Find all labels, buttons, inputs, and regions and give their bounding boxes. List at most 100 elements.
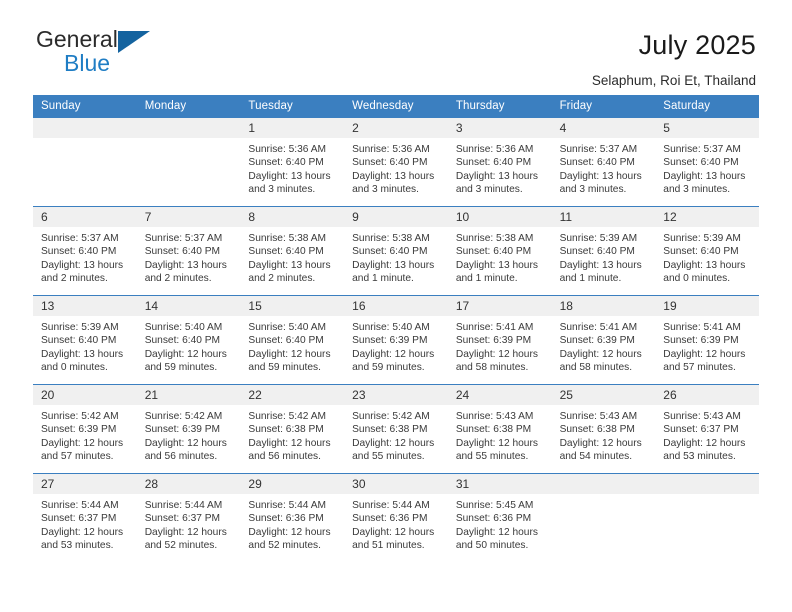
day-cell-22[interactable]: 22 Sunrise: 5:42 AM Sunset: 6:38 PM Dayli… <box>240 385 345 473</box>
day-sun-details: Sunrise: 5:39 AM Sunset: 6:40 PM Dayligh… <box>663 233 746 285</box>
day-cell-21[interactable]: 21 Sunrise: 5:42 AM Sunset: 6:39 PM Dayli… <box>136 385 241 473</box>
day-cell-24[interactable]: 24 Sunrise: 5:43 AM Sunset: 6:38 PM Dayli… <box>447 385 552 473</box>
day-sun-details: Sunrise: 5:40 AM Sunset: 6:40 PM Dayligh… <box>248 322 331 374</box>
day-cell-27[interactable]: 27 Sunrise: 5:44 AM Sunset: 6:37 PM Dayli… <box>33 474 137 562</box>
weekday-header-friday: Friday <box>559 100 593 112</box>
calendar-weeks: 1 Sunrise: 5:36 AM Sunset: 6:40 PM Daylig… <box>33 118 759 562</box>
day-cell-7[interactable]: 7 Sunrise: 5:37 AM Sunset: 6:40 PM Daylig… <box>136 207 241 295</box>
day-number: 28 <box>136 474 241 494</box>
day-number: 14 <box>136 296 241 316</box>
day-number <box>33 118 137 138</box>
day-cell-14[interactable]: 14 Sunrise: 5:40 AM Sunset: 6:40 PM Dayli… <box>136 296 241 384</box>
day-sun-details: Sunrise: 5:38 AM Sunset: 6:40 PM Dayligh… <box>248 233 331 285</box>
day-sun-details: Sunrise: 5:44 AM Sunset: 6:37 PM Dayligh… <box>41 500 124 552</box>
week-row: 6 Sunrise: 5:37 AM Sunset: 6:40 PM Daylig… <box>33 206 759 295</box>
day-cell-9[interactable]: 9 Sunrise: 5:38 AM Sunset: 6:40 PM Daylig… <box>344 207 448 295</box>
day-sun-details: Sunrise: 5:44 AM Sunset: 6:36 PM Dayligh… <box>352 500 435 552</box>
day-cell-26[interactable]: 26 Sunrise: 5:43 AM Sunset: 6:37 PM Dayli… <box>655 385 759 473</box>
day-sun-details <box>33 138 137 149</box>
day-sun-details: Sunrise: 5:37 AM Sunset: 6:40 PM Dayligh… <box>559 144 642 196</box>
logo-text-blue: Blue <box>64 50 111 76</box>
calendar-grid: Sunday Monday Tuesday Wednesday Thursday Frid… <box>33 95 759 562</box>
day-sun-details: Sunrise: 5:43 AM Sunset: 6:38 PM Dayligh… <box>455 411 538 463</box>
day-number: 2 <box>344 118 448 138</box>
day-number: 25 <box>551 385 656 405</box>
day-cell-2[interactable]: 2 Sunrise: 5:36 AM Sunset: 6:40 PM Daylig… <box>344 118 448 206</box>
day-cell-20[interactable]: 20 Sunrise: 5:42 AM Sunset: 6:39 PM Dayli… <box>33 385 137 473</box>
day-number: 7 <box>136 207 241 227</box>
day-sun-details: Sunrise: 5:36 AM Sunset: 6:40 PM Dayligh… <box>248 144 331 196</box>
page-header: General Blue July 2025 Selaphum, Roi Et,… <box>0 0 792 89</box>
week-row: 1 Sunrise: 5:36 AM Sunset: 6:40 PM Daylig… <box>33 118 759 206</box>
day-number: 10 <box>447 207 552 227</box>
day-cell-11[interactable]: 11 Sunrise: 5:39 AM Sunset: 6:40 PM Dayli… <box>551 207 656 295</box>
day-number: 3 <box>447 118 552 138</box>
day-cell-13[interactable]: 13 Sunrise: 5:39 AM Sunset: 6:40 PM Dayli… <box>33 296 137 384</box>
day-cell-17[interactable]: 17 Sunrise: 5:41 AM Sunset: 6:39 PM Dayli… <box>447 296 552 384</box>
day-number: 31 <box>447 474 552 494</box>
day-number <box>136 118 241 138</box>
day-number: 5 <box>655 118 759 138</box>
logo-triangle-icon <box>118 31 150 53</box>
day-cell-1[interactable]: 1 Sunrise: 5:36 AM Sunset: 6:40 PM Daylig… <box>240 118 345 206</box>
day-number: 29 <box>240 474 345 494</box>
day-cell-30[interactable]: 30 Sunrise: 5:44 AM Sunset: 6:36 PM Dayli… <box>344 474 448 562</box>
weekday-header-row: Sunday Monday Tuesday Wednesday Thursday Frid… <box>33 95 759 118</box>
day-number: 12 <box>655 207 759 227</box>
day-sun-details: Sunrise: 5:39 AM Sunset: 6:40 PM Dayligh… <box>559 233 642 285</box>
day-number: 6 <box>33 207 137 227</box>
day-cell-empty <box>136 118 241 206</box>
day-cell-28[interactable]: 28 Sunrise: 5:44 AM Sunset: 6:37 PM Dayli… <box>136 474 241 562</box>
day-cell-6[interactable]: 6 Sunrise: 5:37 AM Sunset: 6:40 PM Daylig… <box>33 207 137 295</box>
day-sun-details: Sunrise: 5:43 AM Sunset: 6:38 PM Dayligh… <box>559 411 642 463</box>
day-sun-details: Sunrise: 5:43 AM Sunset: 6:37 PM Dayligh… <box>663 411 746 463</box>
weekday-header-thursday: Thursday <box>455 100 505 112</box>
day-number: 17 <box>447 296 552 316</box>
weekday-header-saturday: Saturday <box>663 100 711 112</box>
day-cell-31[interactable]: 31 Sunrise: 5:45 AM Sunset: 6:36 PM Dayli… <box>447 474 552 562</box>
day-cell-18[interactable]: 18 Sunrise: 5:41 AM Sunset: 6:39 PM Dayli… <box>551 296 656 384</box>
day-sun-details: Sunrise: 5:41 AM Sunset: 6:39 PM Dayligh… <box>455 322 538 374</box>
title-block: July 2025 Selaphum, Roi Et, Thailand <box>592 28 756 88</box>
day-cell-25[interactable]: 25 Sunrise: 5:43 AM Sunset: 6:38 PM Dayli… <box>551 385 656 473</box>
day-cell-4[interactable]: 4 Sunrise: 5:37 AM Sunset: 6:40 PM Daylig… <box>551 118 656 206</box>
day-cell-5[interactable]: 5 Sunrise: 5:37 AM Sunset: 6:40 PM Daylig… <box>655 118 759 206</box>
day-sun-details: Sunrise: 5:37 AM Sunset: 6:40 PM Dayligh… <box>663 144 746 196</box>
day-cell-12[interactable]: 12 Sunrise: 5:39 AM Sunset: 6:40 PM Dayli… <box>655 207 759 295</box>
day-cell-15[interactable]: 15 Sunrise: 5:40 AM Sunset: 6:40 PM Dayli… <box>240 296 345 384</box>
weekday-header-sunday: Sunday <box>41 100 81 112</box>
day-sun-details: Sunrise: 5:41 AM Sunset: 6:39 PM Dayligh… <box>663 322 746 374</box>
day-number: 15 <box>240 296 345 316</box>
weekday-header-tuesday: Tuesday <box>248 100 293 112</box>
weekday-header-monday: Monday <box>144 100 187 112</box>
day-cell-16[interactable]: 16 Sunrise: 5:40 AM Sunset: 6:39 PM Dayli… <box>344 296 448 384</box>
day-sun-details: Sunrise: 5:42 AM Sunset: 6:39 PM Dayligh… <box>41 411 124 463</box>
day-cell-10[interactable]: 10 Sunrise: 5:38 AM Sunset: 6:40 PM Dayli… <box>447 207 552 295</box>
day-number: 27 <box>33 474 137 494</box>
day-number: 11 <box>551 207 656 227</box>
day-sun-details: Sunrise: 5:38 AM Sunset: 6:40 PM Dayligh… <box>352 233 435 285</box>
day-sun-details: Sunrise: 5:37 AM Sunset: 6:40 PM Dayligh… <box>41 233 124 285</box>
weekday-header-wednesday: Wednesday <box>352 100 414 112</box>
day-cell-19[interactable]: 19 Sunrise: 5:41 AM Sunset: 6:39 PM Dayli… <box>655 296 759 384</box>
day-number: 1 <box>240 118 345 138</box>
day-number: 21 <box>136 385 241 405</box>
day-cell-3[interactable]: 3 Sunrise: 5:36 AM Sunset: 6:40 PM Daylig… <box>447 118 552 206</box>
day-sun-details: Sunrise: 5:44 AM Sunset: 6:36 PM Dayligh… <box>248 500 331 552</box>
day-cell-8[interactable]: 8 Sunrise: 5:38 AM Sunset: 6:40 PM Daylig… <box>240 207 345 295</box>
day-sun-details: Sunrise: 5:40 AM Sunset: 6:40 PM Dayligh… <box>144 322 227 374</box>
day-number: 8 <box>240 207 345 227</box>
day-sun-details: Sunrise: 5:41 AM Sunset: 6:39 PM Dayligh… <box>559 322 642 374</box>
day-number: 9 <box>344 207 448 227</box>
day-sun-details: Sunrise: 5:44 AM Sunset: 6:37 PM Dayligh… <box>144 500 227 552</box>
day-cell-29[interactable]: 29 Sunrise: 5:44 AM Sunset: 6:36 PM Dayli… <box>240 474 345 562</box>
day-cell-empty <box>551 474 656 562</box>
day-number: 19 <box>655 296 759 316</box>
day-sun-details: Sunrise: 5:36 AM Sunset: 6:40 PM Dayligh… <box>352 144 435 196</box>
general-blue-logo[interactable]: General Blue <box>36 28 166 80</box>
calendar-page: General Blue July 2025 Selaphum, Roi Et,… <box>0 0 792 612</box>
day-cell-23[interactable]: 23 Sunrise: 5:42 AM Sunset: 6:38 PM Dayli… <box>344 385 448 473</box>
page-title: July 2025 <box>638 30 756 60</box>
day-number: 4 <box>551 118 656 138</box>
day-sun-details: Sunrise: 5:42 AM Sunset: 6:39 PM Dayligh… <box>144 411 227 463</box>
